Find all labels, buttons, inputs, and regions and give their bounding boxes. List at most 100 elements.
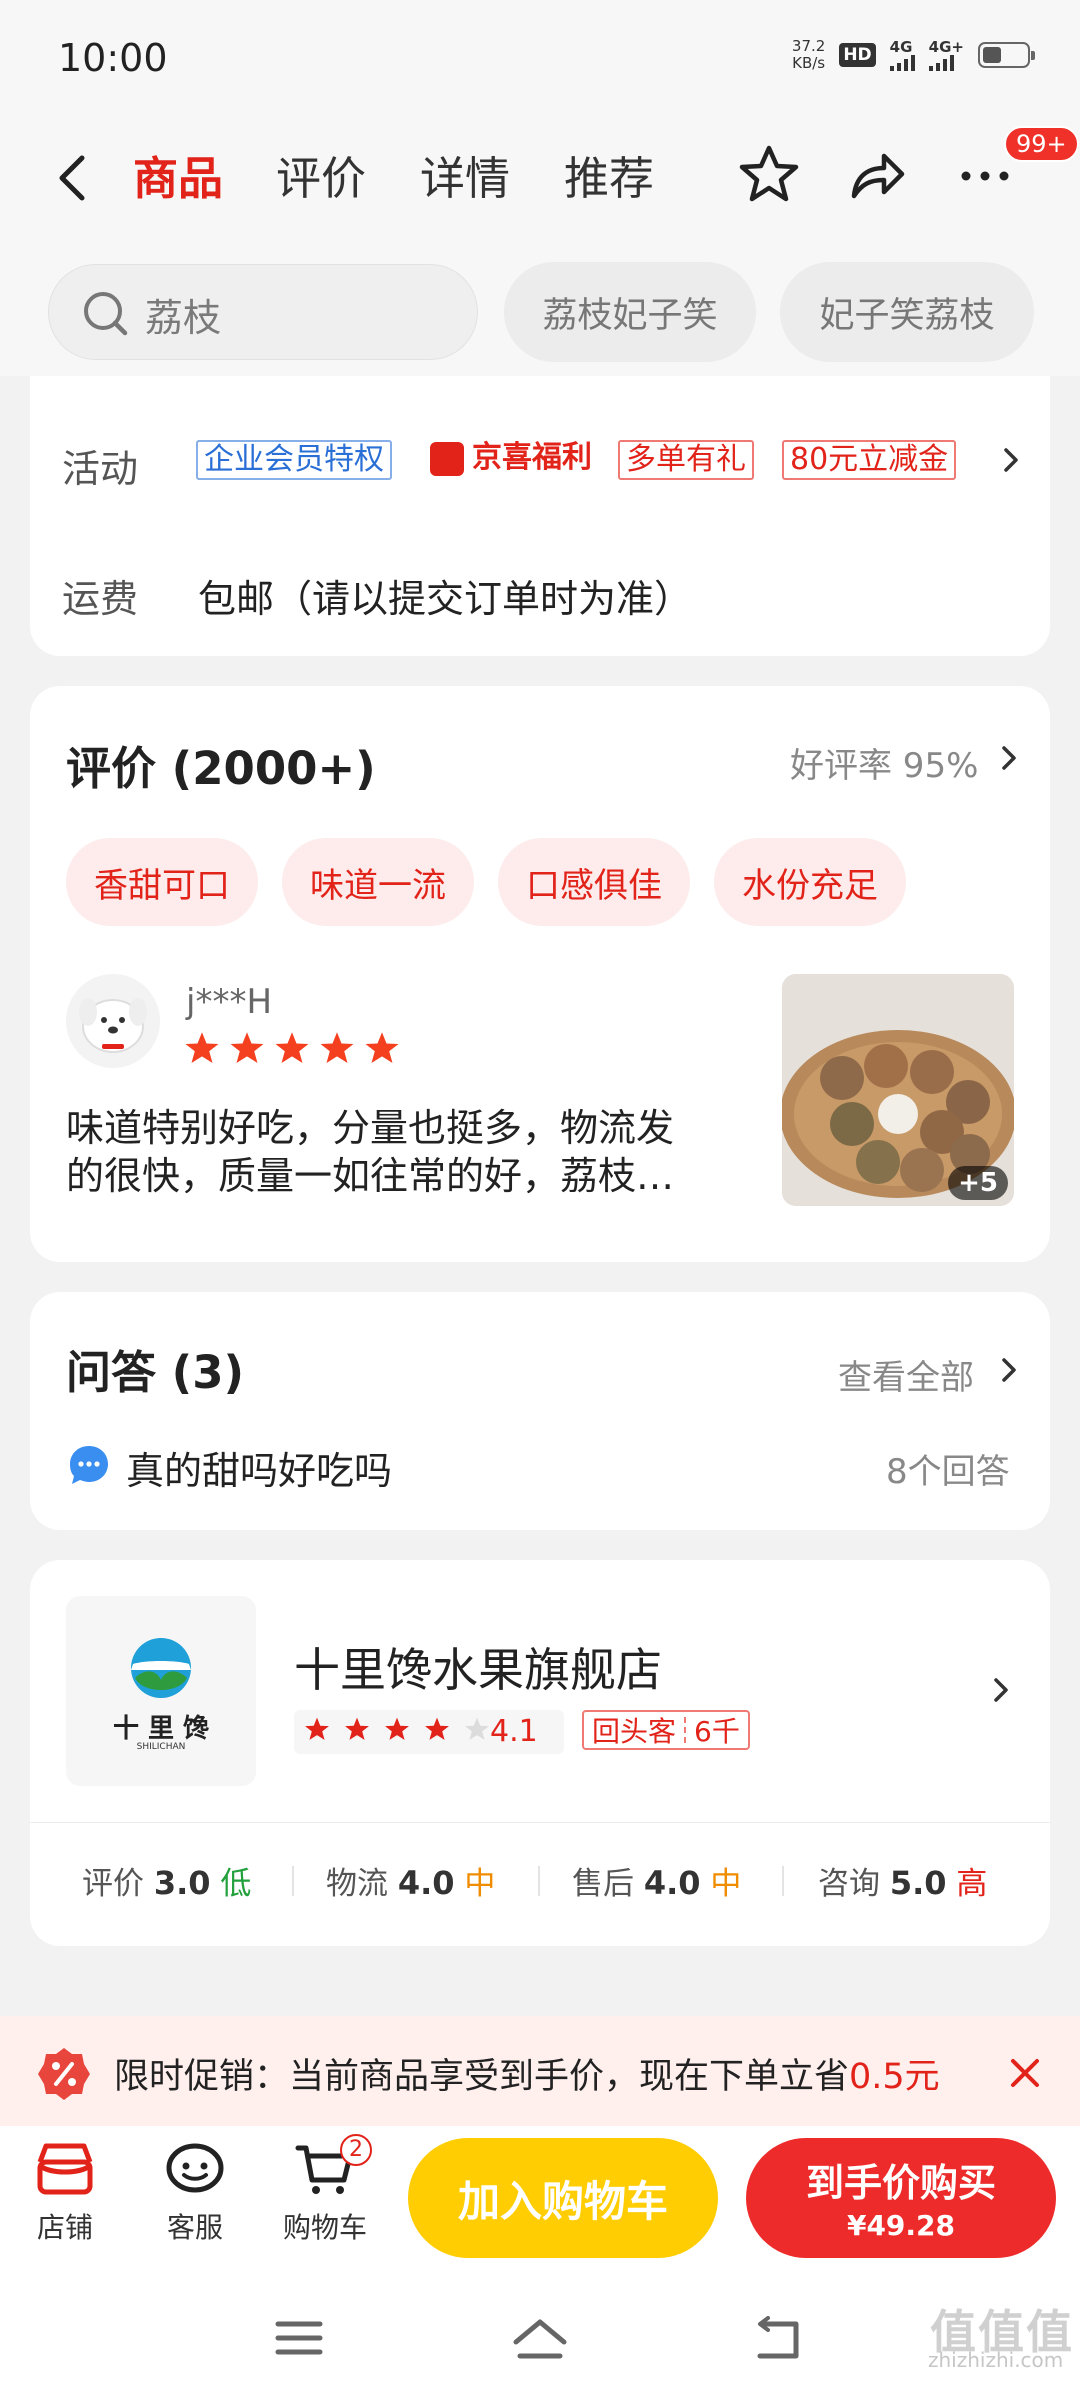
service-icon (166, 2143, 224, 2193)
more-photos-badge: +5 (948, 1166, 1008, 1200)
shipping-label: 运费 (62, 577, 139, 621)
store-button[interactable]: 店铺 (10, 2140, 120, 2246)
store-rating: 4.1 (294, 1710, 564, 1754)
buy-now-button[interactable]: 到手价购买 ¥49.28 (746, 2138, 1056, 2258)
star-icon (305, 1717, 329, 1740)
system-nav-bar (0, 2276, 1080, 2400)
good-rate[interactable]: 好评率 95% (790, 738, 978, 787)
bottom-action-bar: 店铺 客服 2 购物车 加入购物车 到手价购买 ¥49.28 (0, 2126, 1080, 2276)
star-icon (320, 1032, 354, 1063)
score-reviews: 评价 3.0 低 (82, 1864, 252, 1902)
star-icon (465, 1717, 489, 1740)
gift-icon (430, 442, 464, 476)
tab-reviews[interactable]: 评价 (276, 142, 366, 207)
chevron-right-icon[interactable] (1000, 744, 1018, 772)
tab-recommend[interactable]: 推荐 (564, 142, 654, 207)
divider (782, 1866, 784, 1896)
search-row: 荔枝 荔枝妃子笑 妃子笑荔枝 (0, 248, 1080, 376)
avatar (66, 974, 160, 1068)
add-to-cart-button[interactable]: 加入购物车 (408, 2138, 718, 2258)
store-card[interactable]: 十 里 馋 SHILICHAN 十里馋水果旗舰店 4.1 回头客 6千 评价 3… (30, 1560, 1050, 1946)
star-icon (425, 1717, 449, 1740)
store-logo-subtext: SHILICHAN (136, 1742, 186, 1752)
home-icon[interactable] (510, 2316, 570, 2364)
divider (538, 1866, 540, 1896)
chevron-right-icon[interactable] (1000, 1356, 1018, 1384)
signal-4g-icon: 4G (889, 39, 915, 71)
activity-tag-coupon[interactable]: 80元立减金 (782, 440, 957, 480)
score-logistics: 物流 4.0 中 (326, 1864, 496, 1902)
star-icon[interactable] (736, 142, 802, 208)
keyword-pill[interactable]: 水份充足 (714, 838, 906, 926)
keyword-pill[interactable]: 口感俱佳 (498, 838, 690, 926)
search-chip-1[interactable]: 荔枝妃子笑 (504, 262, 756, 362)
review-username: j***H (186, 982, 273, 1022)
qa-card[interactable]: 问答 (3) 查看全部 真的甜吗好吃吗 8个回答 (30, 1292, 1050, 1530)
menu-icon[interactable] (274, 2316, 324, 2360)
search-icon (84, 292, 128, 336)
score-aftersales: 售后 4.0 中 (572, 1864, 742, 1902)
qa-view-all[interactable]: 查看全部 (838, 1350, 974, 1399)
activity-label: 活动 (62, 447, 139, 491)
star-icon (185, 1032, 219, 1063)
cart-count-badge: 2 (340, 2134, 372, 2166)
store-stars (304, 1716, 490, 1742)
star-icon (385, 1717, 409, 1740)
repeat-customer-badge: 回头客 6千 (582, 1710, 750, 1750)
promo-banner: 限时促销：当前商品享受到手价，现在下单立省0.5元 (0, 2016, 1080, 2126)
store-logo-text: 十 里 馋 (112, 1714, 210, 1744)
store-logo[interactable]: 十 里 馋 SHILICHAN (66, 1596, 256, 1786)
status-icons: 37.2 KB/s HD 4G 4G+ (791, 37, 1035, 72)
customer-service-button[interactable]: 客服 (140, 2140, 250, 2246)
review-photo[interactable]: +5 (782, 974, 1014, 1206)
divider (292, 1866, 294, 1896)
close-icon[interactable] (1008, 2056, 1042, 2090)
shipping-value: 包邮（请以提交订单时为准） (198, 577, 693, 621)
cart-button[interactable]: 2 购物车 (270, 2134, 380, 2246)
user-avatar-icon (79, 998, 147, 1053)
star-icon (230, 1032, 264, 1063)
discount-icon (38, 2048, 90, 2100)
share-icon[interactable] (844, 142, 910, 208)
watermark-text: zhizhizhi.com (928, 2348, 1064, 2372)
qa-answer-count: 8个回答 (886, 1452, 1010, 1492)
promo-text: 限时促销：当前商品享受到手价，现在下单立省0.5元 (114, 2057, 940, 2097)
search-value: 荔枝 (145, 296, 222, 340)
network-speed: 37.2 KB/s (791, 37, 826, 72)
review-stars (184, 1030, 400, 1066)
divider (30, 1822, 1050, 1823)
activity-tag-multi[interactable]: 多单有礼 (618, 440, 754, 480)
store-rating-value: 4.1 (490, 1714, 538, 1749)
star-icon (275, 1032, 309, 1063)
info-card: 活动 企业会员特权 京喜福利 多单有礼 80元立减金 运费 包邮（请以提交订单时… (30, 376, 1050, 656)
activity-tag-vip[interactable]: 企业会员特权 (196, 440, 392, 480)
tab-product[interactable]: 商品 (133, 142, 223, 207)
activity-tag-jingxi[interactable]: 京喜福利 (466, 440, 598, 480)
score-consult: 咨询 5.0 高 (818, 1864, 988, 1902)
chevron-right-icon[interactable] (992, 1676, 1010, 1704)
signal-4g-plus-icon: 4G+ (928, 39, 964, 71)
reviews-title: 评价 (2000+) (66, 742, 376, 795)
back-nav-icon[interactable] (752, 2316, 804, 2364)
store-name[interactable]: 十里馋水果旗舰店 (294, 1634, 662, 1700)
question-bubble-icon (70, 1446, 108, 1484)
store-icon (37, 2143, 93, 2195)
qa-title: 问答 (3) (66, 1346, 245, 1399)
qa-question[interactable]: 真的甜吗好吃吗 (126, 1440, 392, 1495)
keyword-pill[interactable]: 味道一流 (282, 838, 474, 926)
status-bar: 10:00 37.2 KB/s HD 4G 4G+ (0, 0, 1080, 118)
tab-details[interactable]: 详情 (420, 142, 510, 207)
review-text[interactable]: 味道特别好吃，分量也挺多，物流发 的很快，质量一如往常的好，荔枝… (66, 1104, 786, 1200)
keyword-pill[interactable]: 香甜可口 (66, 838, 258, 926)
more-badge: 99+ (1004, 126, 1079, 162)
search-input[interactable]: 荔枝 (48, 264, 478, 360)
back-icon[interactable] (52, 148, 92, 208)
search-chip-2[interactable]: 妃子笑荔枝 (780, 262, 1034, 362)
top-nav: 商品 评价 详情 推荐 99+ (0, 118, 1080, 248)
store-logo-icon (131, 1638, 191, 1698)
star-icon (345, 1717, 369, 1740)
chevron-right-icon[interactable] (1002, 446, 1020, 474)
battery-icon (978, 42, 1035, 68)
hd-icon: HD (839, 43, 876, 67)
reviews-card[interactable]: 评价 (2000+) 好评率 95% 香甜可口 味道一流 口感俱佳 水份充足 j… (30, 686, 1050, 1262)
